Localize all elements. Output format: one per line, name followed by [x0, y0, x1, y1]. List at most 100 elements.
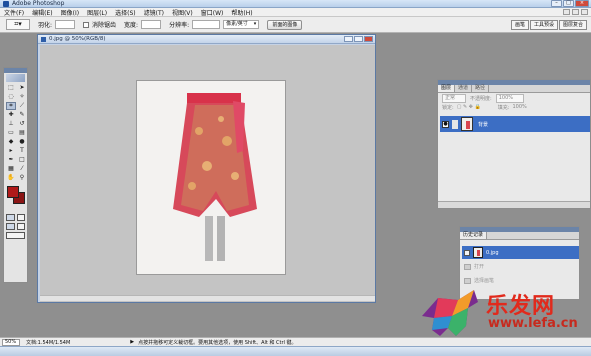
mdi-minimize-button[interactable] [563, 9, 570, 15]
standard-mode-icon[interactable] [6, 214, 15, 221]
minimize-button[interactable]: – [551, 0, 562, 7]
menu-image[interactable]: 图像(I) [61, 8, 79, 17]
width-input[interactable] [141, 20, 162, 29]
document-horizontal-scrollbar[interactable] [40, 295, 375, 301]
menu-file[interactable]: 文件(F) [4, 8, 24, 17]
foreground-color-swatch[interactable] [7, 186, 19, 198]
document-titlebar[interactable]: 0.jpg @ 50%(RGB/8) [38, 35, 375, 44]
history-item-label: 打开 [474, 264, 485, 270]
eraser-tool-icon[interactable]: ▭ [6, 129, 16, 137]
layer-comps-tab[interactable]: 图层复合 [558, 20, 587, 30]
pen-tool-icon[interactable]: ✒ [6, 156, 16, 164]
doc-close-button[interactable] [364, 36, 373, 42]
dodge-tool-icon[interactable]: ● [17, 138, 27, 146]
doc-minimize-button[interactable] [344, 36, 353, 42]
mdi-restore-button[interactable] [572, 9, 579, 15]
history-item-open[interactable]: 打开 [462, 260, 579, 273]
width-label: 宽度: [124, 22, 139, 29]
notes-tool-icon[interactable]: ▦ [6, 165, 16, 173]
jump-to [4, 231, 27, 240]
eye-icon[interactable]: ● [442, 120, 449, 128]
watermark-url: www.lefa.cn [488, 316, 578, 331]
tab-channels[interactable]: 通道 [455, 85, 473, 92]
taskbar [0, 346, 591, 356]
product-photo[interactable] [136, 80, 286, 275]
layer-row-background[interactable]: ● 背景 [440, 116, 590, 132]
tool-grid: ⬚ ➤ ◌ ✧ ⌗ ⟋ ✚ ✎ ⊥ ↺ ▭ ▤ ◆ ● ▸ T ✒ □ ▦ ⁄ … [4, 83, 27, 183]
crop-tool-preset-icon[interactable]: ⌗▾ [6, 19, 30, 30]
canvas-area[interactable] [40, 45, 375, 302]
history-item-snapshot[interactable]: 0.jpg [462, 246, 579, 259]
zoom-tool-icon[interactable]: ⚲ [17, 174, 27, 182]
menu-filter[interactable]: 滤镜(T) [144, 8, 164, 17]
brushes-tab[interactable]: 画笔 [510, 20, 529, 30]
mdi-close-button[interactable] [581, 9, 588, 15]
toolbox-header[interactable] [4, 68, 27, 73]
healing-brush-tool-icon[interactable]: ✚ [6, 111, 16, 119]
gradient-tool-icon[interactable]: ▤ [17, 129, 27, 137]
feather-label: 羽化: [38, 22, 53, 29]
site-watermark: 乐发网 www.lefa.cn [418, 286, 588, 340]
tab-layers[interactable]: 图层 [438, 85, 456, 92]
zoom-field[interactable]: 50% [2, 338, 20, 346]
blur-tool-icon[interactable]: ◆ [6, 138, 16, 146]
standard-screen-icon[interactable] [6, 223, 15, 230]
document-size[interactable]: 文档:1.54M/1.54M [26, 339, 70, 346]
antialias-group: 消除锯齿 [83, 20, 116, 29]
close-button[interactable]: × [575, 0, 589, 7]
document-title: 0.jpg @ 50%(RGB/8) [49, 36, 106, 42]
tab-history[interactable]: 历史记录 [460, 232, 488, 239]
width-group: 宽度: [124, 20, 162, 29]
menu-help[interactable]: 帮助(H) [231, 8, 252, 17]
menu-layer[interactable]: 图层(L) [87, 8, 107, 17]
feather-input[interactable] [55, 20, 76, 29]
slice-tool-icon[interactable]: ⟋ [17, 102, 27, 110]
layer-options: 正常 不透明度: 100% [438, 93, 590, 103]
antialias-label: 消除锯齿 [92, 22, 117, 29]
eyedropper-tool-icon[interactable]: ⁄ [17, 165, 27, 173]
doc-maximize-button[interactable] [354, 36, 363, 42]
clone-stamp-tool-icon[interactable]: ⊥ [6, 120, 16, 128]
snapshot-thumbnail [473, 247, 483, 258]
antialias-checkbox[interactable] [83, 21, 90, 28]
front-image-button[interactable]: 前面的图像 [267, 19, 303, 30]
menu-view[interactable]: 视图(V) [172, 8, 193, 17]
hand-tool-icon[interactable]: ✋ [6, 174, 16, 182]
lasso-tool-icon[interactable]: ◌ [6, 93, 16, 101]
fill-label: 填充: [497, 104, 510, 111]
screen-modes [4, 222, 27, 231]
lock-icon[interactable]: ▢ ✎ ✥ 🔒 [457, 104, 481, 110]
move-tool-icon[interactable]: ➤ [17, 84, 27, 92]
menu-select[interactable]: 选择(S) [115, 8, 136, 17]
brush-tool-icon[interactable]: ✎ [17, 111, 27, 119]
fill-input[interactable]: 100% [512, 104, 526, 110]
history-brush-tool-icon[interactable]: ↺ [17, 120, 27, 128]
layers-panel-footer [438, 201, 590, 208]
status-bar: 50% 文档:1.54M/1.54M ▶ 点按并拖移可定义裁切框。要用其他选项，… [0, 337, 591, 346]
unit-select[interactable]: 像素/英寸 ▾ [223, 20, 260, 29]
maximize-button[interactable]: □ [563, 0, 574, 7]
type-tool-icon[interactable]: T [17, 147, 27, 155]
opacity-input[interactable]: 100% [495, 93, 524, 103]
status-arrow-icon[interactable]: ▶ [130, 339, 134, 345]
status-hint: 点按并拖移可定义裁切框。要用其他选项，使用 Shift、Alt 和 Ctrl 键… [138, 339, 297, 346]
quick-mask-mode-icon[interactable] [16, 214, 25, 221]
jump-to-imageready-icon[interactable] [6, 232, 25, 239]
tool-presets-tab[interactable]: 工具预设 [529, 20, 558, 30]
resolution-input[interactable] [192, 20, 221, 29]
full-screen-menu-icon[interactable] [16, 223, 25, 230]
blend-mode-select[interactable]: 正常 [442, 93, 467, 103]
document-window-controls [344, 36, 373, 42]
adobe-online-icon[interactable] [6, 74, 25, 82]
history-panel-tabs: 历史记录 [460, 232, 579, 240]
marquee-tool-icon[interactable]: ⬚ [6, 84, 16, 92]
shape-tool-icon[interactable]: □ [17, 156, 27, 164]
tab-paths[interactable]: 路径 [472, 85, 490, 92]
crop-tool-icon[interactable]: ⌗ [6, 102, 16, 110]
menu-window[interactable]: 窗口(W) [201, 8, 224, 17]
toolbox: ⬚ ➤ ◌ ✧ ⌗ ⟋ ✚ ✎ ⊥ ↺ ▭ ▤ ◆ ● ▸ T ✒ □ ▦ ⁄ … [3, 67, 28, 283]
path-selection-tool-icon[interactable]: ▸ [6, 147, 16, 155]
magic-wand-tool-icon[interactable]: ✧ [17, 93, 27, 101]
history-source-checkbox[interactable] [464, 249, 470, 256]
menu-edit[interactable]: 编辑(E) [32, 8, 52, 17]
